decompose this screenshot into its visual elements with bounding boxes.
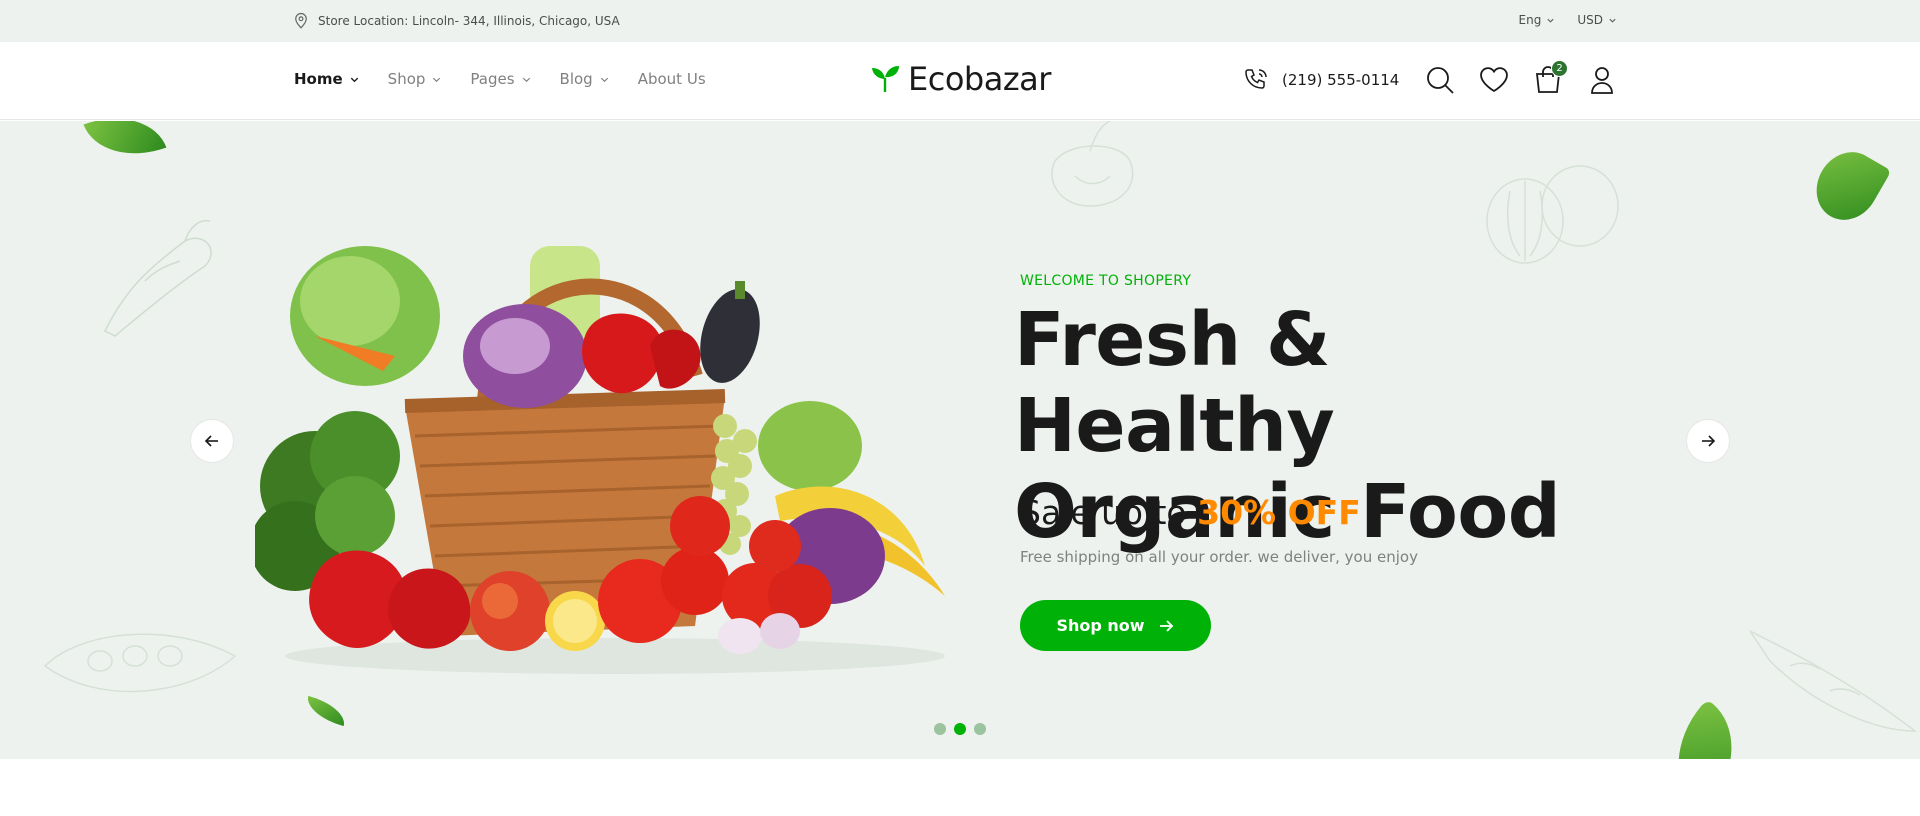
hero-banner: WELCOME TO SHOPERY Fresh & Healthy Organ…: [0, 121, 1920, 759]
hero-sale-text: Sale up to 30% OFF: [1020, 493, 1361, 532]
sale-value: 30% OFF: [1197, 493, 1361, 532]
currency-select[interactable]: USD: [1577, 13, 1617, 27]
store-location: Store Location: Lincoln- 344, Illinois, …: [292, 12, 620, 30]
nav-item-shop[interactable]: Shop: [388, 70, 443, 88]
phone-number: (219) 555-0114: [1282, 71, 1400, 89]
slider-dot-3[interactable]: [974, 723, 986, 735]
nav-item-about[interactable]: About Us: [638, 70, 706, 88]
decor-leaf: [1649, 699, 1761, 759]
nav-item-label: Blog: [559, 70, 593, 88]
hero-description: Free shipping on all your order. we deli…: [1020, 548, 1418, 566]
nav-item-pages[interactable]: Pages: [470, 70, 531, 88]
nav-item-home[interactable]: Home: [294, 70, 360, 88]
arrow-left-icon: [204, 435, 218, 447]
decor-leaf: [303, 695, 349, 727]
cart-count-badge: 2: [1551, 60, 1568, 77]
store-location-text: Store Location: Lincoln- 344, Illinois, …: [318, 14, 620, 28]
decor-peapod-outline: [43, 633, 237, 693]
chevron-down-icon: [433, 77, 441, 82]
currency-value: USD: [1577, 13, 1603, 27]
language-select[interactable]: Eng: [1519, 13, 1556, 27]
shop-now-button[interactable]: Shop now: [1020, 600, 1211, 651]
site-logo[interactable]: Ecobazar: [868, 60, 1051, 98]
chevron-down-icon: [1609, 18, 1616, 23]
nav-item-label: Pages: [470, 70, 515, 88]
chevron-down-icon: [522, 77, 530, 82]
phone-contact[interactable]: (219) 555-0114: [1242, 66, 1399, 94]
arrow-right-icon: [1702, 435, 1716, 447]
decor-carrot-outline: [1750, 630, 1918, 732]
decor-pepper-outline: [103, 219, 212, 337]
phone-call-icon: [1245, 69, 1267, 89]
sale-prefix: Sale up to: [1020, 493, 1187, 532]
search-icon: [1427, 67, 1454, 94]
account-button[interactable]: [1586, 64, 1618, 96]
decor-leaf: [83, 121, 167, 172]
nav-item-blog[interactable]: Blog: [560, 70, 610, 88]
hero-eyebrow: WELCOME TO SHOPERY: [1020, 273, 1192, 289]
top-info-bar: Store Location: Lincoln- 344, Illinois, …: [0, 0, 1920, 42]
wishlist-button[interactable]: [1478, 64, 1510, 96]
chevron-down-icon: [1547, 18, 1554, 23]
slider-prev-button[interactable]: [190, 419, 234, 463]
cart-button[interactable]: 2: [1532, 60, 1568, 96]
nav-item-label: Home: [294, 70, 343, 88]
search-button[interactable]: [1424, 64, 1456, 96]
main-nav: Home Shop Pages Blog About Us: [294, 70, 706, 88]
slider-dot-1[interactable]: [934, 723, 946, 735]
slider-pagination: [934, 723, 986, 735]
leaf-logo-icon: [872, 66, 899, 92]
nav-item-label: Shop: [387, 70, 426, 88]
nav-item-label: About Us: [637, 70, 706, 88]
slider-next-button[interactable]: [1686, 419, 1730, 463]
shop-now-label: Shop now: [1056, 616, 1145, 635]
decor-pumpkin-outline: [1051, 121, 1134, 207]
vegetable-basket-image: [255, 246, 945, 674]
hero-title-line1: Fresh & Healthy: [1014, 297, 1335, 469]
arrow-right-icon: [1159, 619, 1173, 632]
decor-leaf: [1804, 140, 1892, 232]
heart-icon: [1480, 67, 1508, 93]
chevron-down-icon: [350, 77, 358, 82]
language-value: Eng: [1518, 13, 1542, 27]
map-pin-icon: [295, 12, 307, 29]
main-header: Home Shop Pages Blog About Us Ecobazar (…: [0, 42, 1920, 120]
chevron-down-icon: [600, 77, 608, 82]
user-icon: [1591, 67, 1613, 94]
decor-onion-outline: [1486, 165, 1619, 264]
logo-text: Ecobazar: [908, 60, 1051, 98]
slider-dot-2[interactable]: [954, 723, 966, 735]
